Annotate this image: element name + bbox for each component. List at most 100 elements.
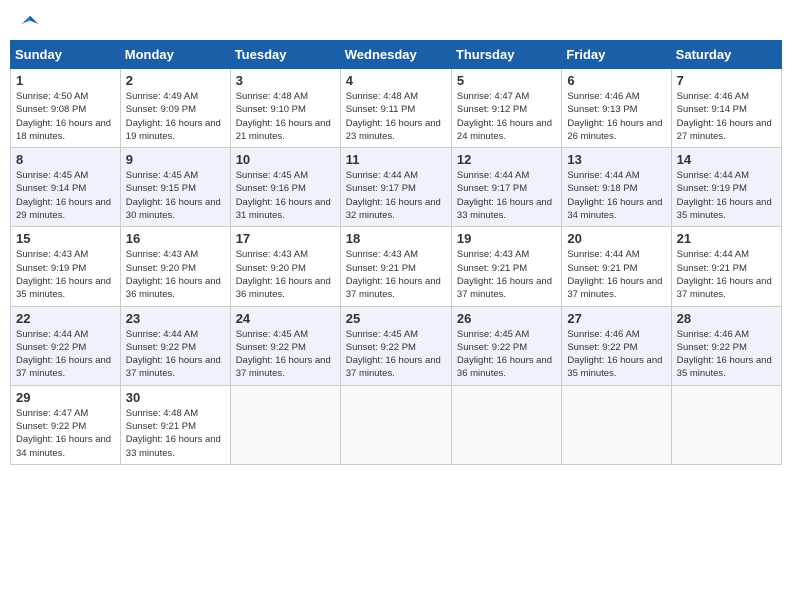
day-info: Sunrise: 4:43 AM Sunset: 9:20 PM Dayligh… bbox=[126, 248, 225, 301]
logo bbox=[18, 14, 40, 30]
day-number: 4 bbox=[346, 73, 446, 88]
day-cell: 19 Sunrise: 4:43 AM Sunset: 9:21 PM Dayli… bbox=[451, 227, 561, 306]
day-number: 28 bbox=[677, 311, 776, 326]
day-cell: 29 Sunrise: 4:47 AM Sunset: 9:22 PM Dayli… bbox=[11, 385, 121, 464]
week-row-3: 15 Sunrise: 4:43 AM Sunset: 9:19 PM Dayli… bbox=[11, 227, 782, 306]
day-info: Sunrise: 4:45 AM Sunset: 9:22 PM Dayligh… bbox=[236, 328, 335, 381]
day-number: 3 bbox=[236, 73, 335, 88]
day-number: 12 bbox=[457, 152, 556, 167]
day-cell: 2 Sunrise: 4:49 AM Sunset: 9:09 PM Daylig… bbox=[120, 69, 230, 148]
day-info: Sunrise: 4:46 AM Sunset: 9:22 PM Dayligh… bbox=[677, 328, 776, 381]
day-cell: 30Sunrise: 4:48 AM Sunset: 9:21 PM Dayli… bbox=[120, 385, 230, 464]
day-cell: 5Sunrise: 4:47 AM Sunset: 9:12 PM Daylig… bbox=[451, 69, 561, 148]
day-header-sunday: Sunday bbox=[11, 41, 121, 69]
day-number: 25 bbox=[346, 311, 446, 326]
day-number: 14 bbox=[677, 152, 776, 167]
calendar-table: SundayMondayTuesdayWednesdayThursdayFrid… bbox=[10, 40, 782, 465]
day-info: Sunrise: 4:44 AM Sunset: 9:17 PM Dayligh… bbox=[346, 169, 446, 222]
day-header-monday: Monday bbox=[120, 41, 230, 69]
day-info: Sunrise: 4:45 AM Sunset: 9:22 PM Dayligh… bbox=[346, 328, 446, 381]
day-info: Sunrise: 4:46 AM Sunset: 9:22 PM Dayligh… bbox=[567, 328, 665, 381]
day-number: 13 bbox=[567, 152, 665, 167]
day-cell: 24 Sunrise: 4:45 AM Sunset: 9:22 PM Dayli… bbox=[230, 306, 340, 385]
day-info: Sunrise: 4:43 AM Sunset: 9:21 PM Dayligh… bbox=[457, 248, 556, 301]
day-cell: 21 Sunrise: 4:44 AM Sunset: 9:21 PM Dayli… bbox=[671, 227, 781, 306]
day-header-tuesday: Tuesday bbox=[230, 41, 340, 69]
day-number: 9 bbox=[126, 152, 225, 167]
day-info: Sunrise: 4:44 AM Sunset: 9:21 PM Dayligh… bbox=[677, 248, 776, 301]
week-row-1: 1 Sunrise: 4:50 AM Sunset: 9:08 PM Daylig… bbox=[11, 69, 782, 148]
day-info: Sunrise: 4:45 AM Sunset: 9:22 PM Dayligh… bbox=[457, 328, 556, 381]
day-number: 19 bbox=[457, 231, 556, 246]
day-info: Sunrise: 4:50 AM Sunset: 9:08 PM Dayligh… bbox=[16, 90, 115, 143]
day-cell bbox=[562, 385, 671, 464]
day-info: Sunrise: 4:44 AM Sunset: 9:22 PM Dayligh… bbox=[16, 328, 115, 381]
day-number: 10 bbox=[236, 152, 335, 167]
day-info: Sunrise: 4:44 AM Sunset: 9:21 PM Dayligh… bbox=[567, 248, 665, 301]
day-number: 17 bbox=[236, 231, 335, 246]
day-number: 18 bbox=[346, 231, 446, 246]
day-header-friday: Friday bbox=[562, 41, 671, 69]
day-number: 23 bbox=[126, 311, 225, 326]
week-row-2: 8 Sunrise: 4:45 AM Sunset: 9:14 PM Daylig… bbox=[11, 148, 782, 227]
day-cell bbox=[340, 385, 451, 464]
day-info: Sunrise: 4:44 AM Sunset: 9:19 PM Dayligh… bbox=[677, 169, 776, 222]
day-number: 8 bbox=[16, 152, 115, 167]
day-cell: 16 Sunrise: 4:43 AM Sunset: 9:20 PM Dayli… bbox=[120, 227, 230, 306]
day-cell: 14 Sunrise: 4:44 AM Sunset: 9:19 PM Dayli… bbox=[671, 148, 781, 227]
page-header bbox=[10, 10, 782, 34]
day-cell bbox=[671, 385, 781, 464]
day-number: 5 bbox=[457, 73, 556, 88]
day-header-saturday: Saturday bbox=[671, 41, 781, 69]
day-number: 24 bbox=[236, 311, 335, 326]
day-info: Sunrise: 4:44 AM Sunset: 9:18 PM Dayligh… bbox=[567, 169, 665, 222]
day-info: Sunrise: 4:46 AM Sunset: 9:14 PM Dayligh… bbox=[677, 90, 776, 143]
day-cell: 27 Sunrise: 4:46 AM Sunset: 9:22 PM Dayli… bbox=[562, 306, 671, 385]
day-cell: 4 Sunrise: 4:48 AM Sunset: 9:11 PM Daylig… bbox=[340, 69, 451, 148]
day-info: Sunrise: 4:48 AM Sunset: 9:11 PM Dayligh… bbox=[346, 90, 446, 143]
day-number: 29 bbox=[16, 390, 115, 405]
day-number: 2 bbox=[126, 73, 225, 88]
day-cell: 23Sunrise: 4:44 AM Sunset: 9:22 PM Dayli… bbox=[120, 306, 230, 385]
day-header-wednesday: Wednesday bbox=[340, 41, 451, 69]
day-cell: 9 Sunrise: 4:45 AM Sunset: 9:15 PM Daylig… bbox=[120, 148, 230, 227]
header-row: SundayMondayTuesdayWednesdayThursdayFrid… bbox=[11, 41, 782, 69]
day-info: Sunrise: 4:48 AM Sunset: 9:10 PM Dayligh… bbox=[236, 90, 335, 143]
day-cell: 11Sunrise: 4:44 AM Sunset: 9:17 PM Dayli… bbox=[340, 148, 451, 227]
day-cell bbox=[451, 385, 561, 464]
day-cell: 10 Sunrise: 4:45 AM Sunset: 9:16 PM Dayli… bbox=[230, 148, 340, 227]
day-info: Sunrise: 4:45 AM Sunset: 9:14 PM Dayligh… bbox=[16, 169, 115, 222]
day-cell bbox=[230, 385, 340, 464]
day-info: Sunrise: 4:43 AM Sunset: 9:20 PM Dayligh… bbox=[236, 248, 335, 301]
day-number: 27 bbox=[567, 311, 665, 326]
day-info: Sunrise: 4:47 AM Sunset: 9:22 PM Dayligh… bbox=[16, 407, 115, 460]
day-cell: 25 Sunrise: 4:45 AM Sunset: 9:22 PM Dayli… bbox=[340, 306, 451, 385]
day-number: 22 bbox=[16, 311, 115, 326]
day-number: 1 bbox=[16, 73, 115, 88]
day-cell: 3 Sunrise: 4:48 AM Sunset: 9:10 PM Daylig… bbox=[230, 69, 340, 148]
day-info: Sunrise: 4:45 AM Sunset: 9:16 PM Dayligh… bbox=[236, 169, 335, 222]
day-cell: 17 Sunrise: 4:43 AM Sunset: 9:20 PM Dayli… bbox=[230, 227, 340, 306]
day-cell: 12Sunrise: 4:44 AM Sunset: 9:17 PM Dayli… bbox=[451, 148, 561, 227]
day-number: 15 bbox=[16, 231, 115, 246]
day-info: Sunrise: 4:46 AM Sunset: 9:13 PM Dayligh… bbox=[567, 90, 665, 143]
day-number: 16 bbox=[126, 231, 225, 246]
day-info: Sunrise: 4:45 AM Sunset: 9:15 PM Dayligh… bbox=[126, 169, 225, 222]
day-number: 6 bbox=[567, 73, 665, 88]
day-number: 20 bbox=[567, 231, 665, 246]
day-cell: 7Sunrise: 4:46 AM Sunset: 9:14 PM Daylig… bbox=[671, 69, 781, 148]
day-number: 30 bbox=[126, 390, 225, 405]
day-cell: 18 Sunrise: 4:43 AM Sunset: 9:21 PM Dayli… bbox=[340, 227, 451, 306]
day-cell: 13 Sunrise: 4:44 AM Sunset: 9:18 PM Dayli… bbox=[562, 148, 671, 227]
day-cell: 28 Sunrise: 4:46 AM Sunset: 9:22 PM Dayli… bbox=[671, 306, 781, 385]
logo-icon bbox=[20, 14, 40, 34]
day-info: Sunrise: 4:43 AM Sunset: 9:19 PM Dayligh… bbox=[16, 248, 115, 301]
day-cell: 1 Sunrise: 4:50 AM Sunset: 9:08 PM Daylig… bbox=[11, 69, 121, 148]
day-number: 21 bbox=[677, 231, 776, 246]
day-info: Sunrise: 4:43 AM Sunset: 9:21 PM Dayligh… bbox=[346, 248, 446, 301]
day-number: 26 bbox=[457, 311, 556, 326]
day-cell: 20 Sunrise: 4:44 AM Sunset: 9:21 PM Dayli… bbox=[562, 227, 671, 306]
day-cell: 6 Sunrise: 4:46 AM Sunset: 9:13 PM Daylig… bbox=[562, 69, 671, 148]
day-info: Sunrise: 4:49 AM Sunset: 9:09 PM Dayligh… bbox=[126, 90, 225, 143]
day-cell: 15 Sunrise: 4:43 AM Sunset: 9:19 PM Dayli… bbox=[11, 227, 121, 306]
